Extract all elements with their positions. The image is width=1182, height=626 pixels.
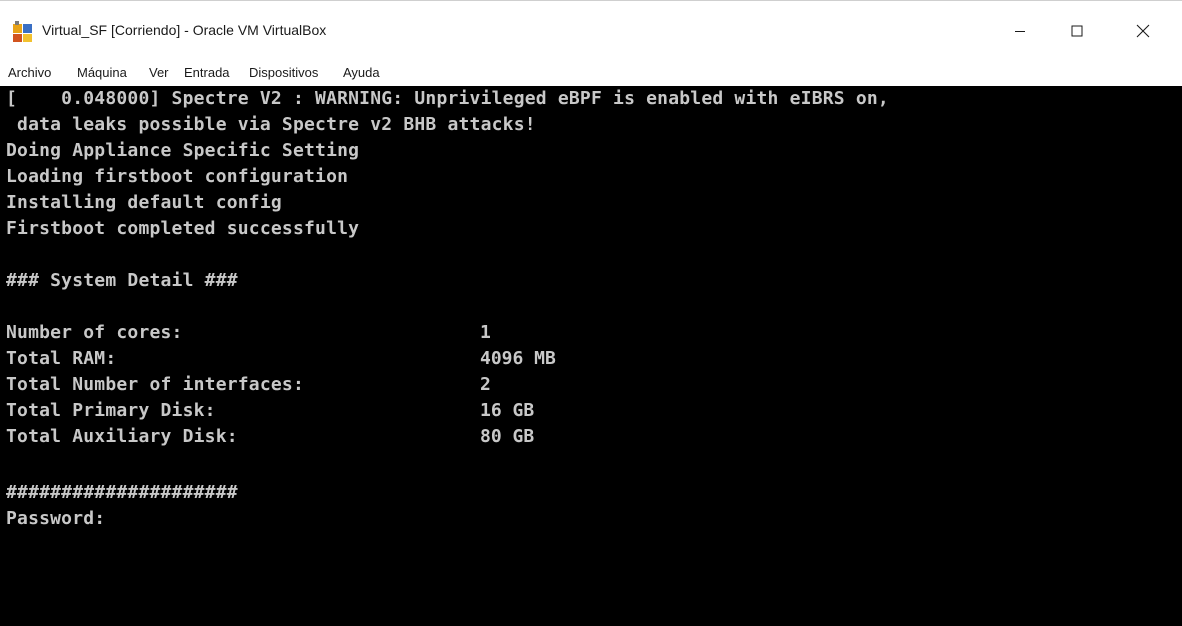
detail-label-ram: Total RAM: xyxy=(6,348,117,369)
password-prompt[interactable]: Password: xyxy=(6,508,105,530)
password-prompt-label: Password: xyxy=(6,508,106,529)
system-detail-header: ### System Detail ### xyxy=(6,270,238,291)
vm-console-screen[interactable]: [ 0.048000] Spectre V2 : WARNING: Unpriv… xyxy=(0,86,1182,626)
menu-entrada[interactable]: Entrada xyxy=(184,65,230,80)
maximize-icon xyxy=(1071,25,1083,37)
detail-label-cores: Number of cores: xyxy=(6,322,183,343)
separator-line: ##################### xyxy=(6,482,238,503)
boot-line: Installing default config xyxy=(6,192,282,213)
boot-line: Doing Appliance Specific Setting xyxy=(6,140,360,161)
menu-ver[interactable]: Ver xyxy=(149,65,169,80)
menu-dispositivos[interactable]: Dispositivos xyxy=(249,65,318,80)
menu-archivo[interactable]: Archivo xyxy=(8,65,51,80)
boot-line: [ 0.048000] Spectre V2 : WARNING: Unpriv… xyxy=(6,88,889,109)
detail-value-ram: 4096 MB xyxy=(480,348,556,369)
close-icon xyxy=(1136,24,1150,38)
virtualbox-icon xyxy=(12,21,34,43)
detail-label-auxiliary-disk: Total Auxiliary Disk: xyxy=(6,426,238,447)
boot-line: Firstboot completed successfully xyxy=(6,218,360,239)
menu-maquina[interactable]: Máquina xyxy=(77,65,127,80)
window-title: Virtual_SF [Corriendo] - Oracle VM Virtu… xyxy=(42,22,327,38)
detail-value-interfaces: 2 xyxy=(480,374,491,395)
detail-value-cores: 1 xyxy=(480,322,491,343)
boot-line: Loading firstboot configuration xyxy=(6,166,349,187)
minimize-icon xyxy=(1014,25,1026,37)
minimize-button[interactable] xyxy=(997,9,1043,53)
title-bar[interactable]: Virtual_SF [Corriendo] - Oracle VM Virtu… xyxy=(0,0,1182,64)
detail-label-primary-disk: Total Primary Disk: xyxy=(6,400,216,421)
menu-bar: Archivo Máquina Ver Entrada Dispositivos… xyxy=(0,64,1182,86)
virtualbox-window: Virtual_SF [Corriendo] - Oracle VM Virtu… xyxy=(0,0,1182,626)
detail-value-primary-disk: 16 GB xyxy=(480,400,535,421)
detail-label-interfaces: Total Number of interfaces: xyxy=(6,374,304,395)
boot-line: data leaks possible via Spectre v2 BHB a… xyxy=(6,114,536,135)
close-button[interactable] xyxy=(1120,9,1166,53)
detail-value-auxiliary-disk: 80 GB xyxy=(480,426,535,447)
menu-ayuda[interactable]: Ayuda xyxy=(343,65,380,80)
maximize-button[interactable] xyxy=(1054,9,1100,53)
